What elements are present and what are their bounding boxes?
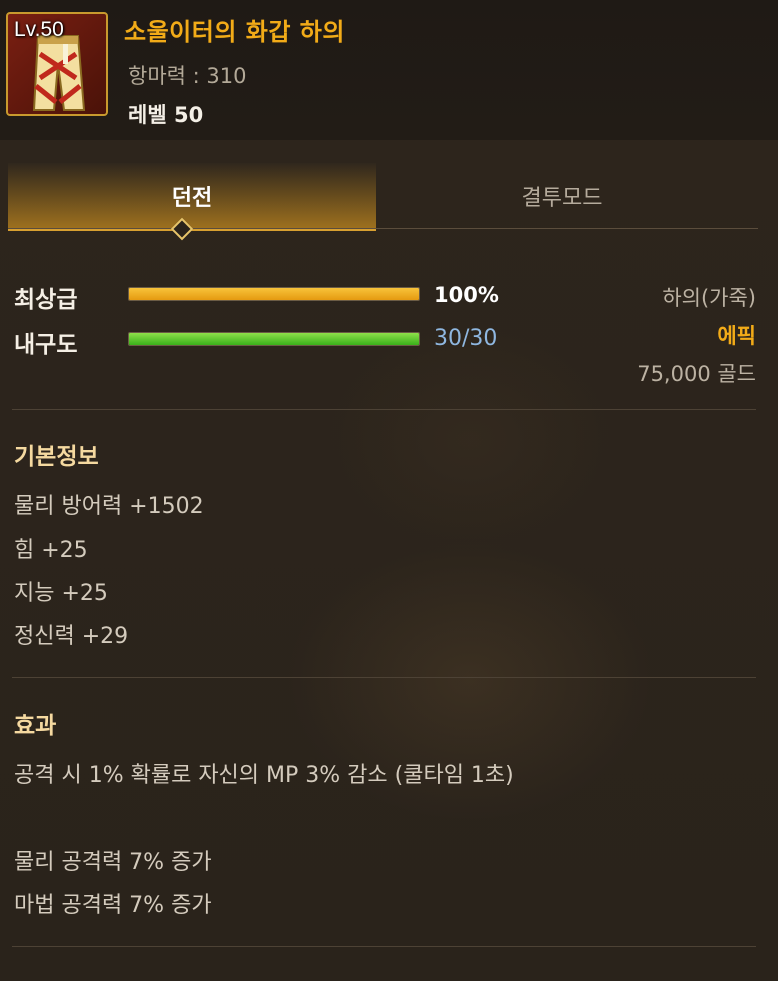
- quality-bar-fill: [129, 288, 419, 300]
- item-type: 하의(가죽): [662, 286, 756, 310]
- quality-label: 최상급: [14, 287, 78, 313]
- tab-divider: [8, 228, 758, 229]
- effects-title: 효과: [14, 713, 57, 739]
- basic-info-line: 힘 +25: [14, 538, 88, 563]
- item-rarity: 에픽: [717, 324, 756, 348]
- item-header: Lv.50 소울이터의 화갑 하의 항마력 : 310 레벨 50: [0, 0, 778, 140]
- divider: [12, 677, 756, 678]
- effect-line: 공격 시 1% 확률로 자신의 MP 3% 감소 (쿨타임 1초): [14, 763, 514, 788]
- basic-info-title: 기본정보: [14, 444, 99, 470]
- tab-dungeon[interactable]: 던전: [8, 163, 376, 231]
- basic-info-line: 정신력 +29: [14, 624, 129, 649]
- durability-bar-fill: [129, 333, 419, 345]
- effect-line: 마법 공격력 7% 증가: [14, 893, 212, 918]
- leather-pants-icon: Lv.50: [6, 12, 108, 116]
- effect-line: 물리 공격력 7% 증가: [14, 850, 212, 875]
- durability-label: 내구도: [14, 332, 78, 358]
- magic-resistance: 항마력 : 310: [128, 64, 247, 88]
- required-level: 레벨 50: [128, 103, 204, 127]
- divider: [12, 409, 756, 410]
- durability-value: 30/30: [434, 326, 498, 351]
- durability-bar: [128, 332, 420, 346]
- divider: [12, 946, 756, 947]
- basic-info-line: 물리 방어력 +1502: [14, 494, 204, 519]
- item-price: 75,000 골드: [637, 362, 756, 386]
- quality-value: 100%: [434, 283, 499, 307]
- quality-bar: [128, 287, 420, 301]
- item-level-badge: Lv.50: [14, 18, 64, 41]
- item-name: 소울이터의 화갑 하의: [124, 18, 345, 46]
- basic-info-line: 지능 +25: [14, 581, 108, 606]
- tab-duel-mode[interactable]: 결투모드: [378, 163, 746, 229]
